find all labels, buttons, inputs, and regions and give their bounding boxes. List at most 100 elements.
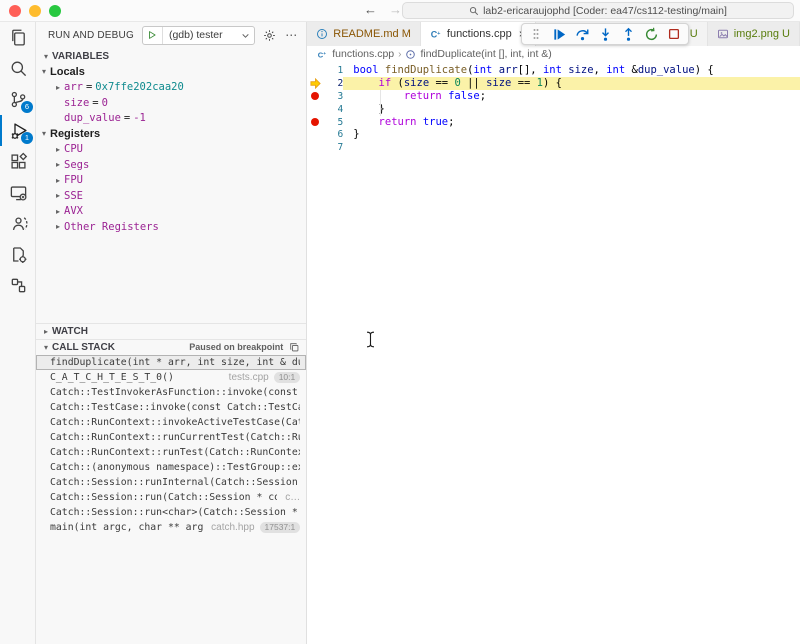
debug-settings-gear-icon[interactable] [263,29,276,42]
stack-frame[interactable]: Catch::Session::run(Catch::Session * con… [36,490,306,505]
live-share-icon[interactable] [0,208,36,239]
tab-img2-png[interactable]: img2.png U [708,22,800,46]
stack-frame[interactable]: Catch::RunContext::runCurrentTest(Catch:… [36,430,306,445]
sidebar-title: RUN AND DEBUG [48,30,134,41]
breakpoint-icon[interactable] [307,90,323,103]
restart-button[interactable] [641,24,661,44]
register-group-label: AVX [64,205,83,217]
code-editor[interactable]: 1bool findDuplicate(int arr[], int size,… [307,62,800,644]
source-control-icon[interactable]: 6 [0,84,36,115]
editor-group: README.md MC+functions.cpp×ng Uimg2.png … [307,22,800,644]
remote-explorer-icon[interactable] [0,177,36,208]
references-icon[interactable] [0,270,36,301]
variables-avx-row[interactable]: ▸AVX [36,204,306,220]
command-center[interactable]: lab2-ericaraujophd [Coder: ea47/cs112-te… [402,2,794,19]
variables-cpu-row[interactable]: ▸CPU [36,142,306,158]
equals-sign: = [83,81,95,93]
gutter-gap [343,90,353,103]
variable-value: 0 [102,97,108,109]
variable-row[interactable]: dup_value=-1 [36,111,306,127]
tab-functions-cpp[interactable]: C+functions.cpp× [421,22,536,46]
line-number: 6 [323,128,343,141]
copy-call-stack-icon[interactable] [289,342,300,353]
variable-row[interactable]: size=0 [36,95,306,111]
minimize-window-button[interactable] [29,5,41,17]
register-group-label: FPU [64,174,83,186]
maximize-window-button[interactable] [49,5,61,17]
explorer-icon[interactable] [0,22,36,53]
stack-frame-label: Catch::Session::run<char>(Catch::Session… [50,507,300,518]
equals-sign: = [89,97,101,109]
step-into-button[interactable] [595,24,615,44]
variable-name: size [64,97,89,109]
run-and-debug-icon[interactable]: 1 [0,115,36,146]
code-text: } [353,103,800,116]
more-actions-icon[interactable]: ⋯ [285,28,298,42]
code-line[interactable]: 6} [307,128,800,141]
stack-frame[interactable]: main(int argc, char ** argv)catch.hpp175… [36,520,306,535]
stack-frame[interactable]: Catch::TestCase::invoke(const Catch::Tes… [36,400,306,415]
variables-registers-row[interactable]: ▾Registers [36,126,306,142]
file-settings-icon[interactable] [0,239,36,270]
gutter [307,141,323,154]
stack-frame-label: Catch::Session::runInternal(Catch::Sessi… [50,477,300,488]
stack-frame[interactable]: Catch::Session::run<char>(Catch::Session… [36,505,306,520]
svg-text:+: + [437,31,441,37]
chevron-collapsed-icon: ▸ [40,327,52,336]
stack-frame[interactable]: Catch::(anonymous namespace)::TestGroup:… [36,460,306,475]
stop-button[interactable] [664,24,684,44]
breadcrumb-file[interactable]: functions.cpp [332,48,394,60]
stack-frame-label: Catch::RunContext::runTest(Catch::RunCon… [50,447,300,458]
tab-readme-md[interactable]: README.md M [307,22,421,46]
variables-empty-space [36,235,306,323]
launch-config-label: (gdb) tester [163,29,236,41]
titlebar: ← → lab2-ericaraujophd [Coder: ea47/cs11… [0,0,800,22]
toolbar-drag-handle[interactable] [526,24,546,44]
code-line[interactable]: 7 [307,141,800,154]
code-line[interactable]: 5 return true; [307,116,800,129]
current-statement-arrow-icon[interactable] [307,77,323,90]
variable-row[interactable]: ▸arr=0x7ffe202caa20 [36,80,306,96]
stack-frame[interactable]: findDuplicate(int * arr, int size, int &… [36,355,306,370]
stack-frame-file: c… [277,492,300,503]
image-icon [717,28,729,40]
breakpoint-icon[interactable] [307,116,323,129]
stack-frame[interactable]: Catch::TestInvokerAsFunction::invoke(con… [36,385,306,400]
nav-back-icon[interactable]: ← [364,2,377,17]
code-line[interactable]: 1bool findDuplicate(int arr[], int size,… [307,64,800,77]
step-out-button[interactable] [618,24,638,44]
stack-frame[interactable]: Catch::Session::runInternal(Catch::Sessi… [36,475,306,490]
window-controls[interactable] [9,5,61,17]
launch-config-select[interactable]: (gdb) tester [142,26,255,45]
stack-frame[interactable]: Catch::RunContext::invokeActiveTestCase(… [36,415,306,430]
sidebar-header: RUN AND DEBUG (gdb) tester ⋯ [36,22,306,48]
variables-fpu-row[interactable]: ▸FPU [36,173,306,189]
stack-frame[interactable]: Catch::RunContext::runTest(Catch::RunCon… [36,445,306,460]
variables-segs-row[interactable]: ▸Segs [36,157,306,173]
stack-frame-line-badge: 10:1 [274,372,301,383]
equals-sign: = [121,112,133,124]
variables-locals-row[interactable]: ▾Locals [36,64,306,80]
variables-other-registers-row[interactable]: ▸Other Registers [36,219,306,235]
search-icon[interactable] [0,53,36,84]
variables-sse-row[interactable]: ▸SSE [36,188,306,204]
code-line[interactable]: 2 if (size == 0 || size == 1) { [307,77,800,90]
nav-forward-icon[interactable]: → [389,2,402,17]
stack-frame-label: Catch::(anonymous namespace)::TestGroup:… [50,462,300,473]
watch-section-header[interactable]: ▸ WATCH [36,323,306,339]
tab-label: README.md [333,28,398,40]
call-stack-section-header[interactable]: ▾ CALL STACK Paused on breakpoint [36,339,306,355]
step-over-button[interactable] [572,24,592,44]
breadcrumb-symbol[interactable]: findDuplicate(int [], int, int &) [420,48,551,60]
continue-button[interactable] [549,24,569,44]
gutter [307,128,323,141]
run-and-debug-badge: 1 [21,132,33,144]
close-window-button[interactable] [9,5,21,17]
start-debug-button[interactable] [143,27,163,44]
variables-section-header[interactable]: ▾ VARIABLES [36,48,306,64]
chevron-collapsed-icon: ▸ [52,160,64,169]
play-icon [147,30,157,40]
stack-frame[interactable]: C_A_T_C_H_T_E_S_T_0()tests.cpp10:1 [36,370,306,385]
extensions-icon[interactable] [0,146,36,177]
chevron-expanded-icon: ▾ [40,52,52,61]
